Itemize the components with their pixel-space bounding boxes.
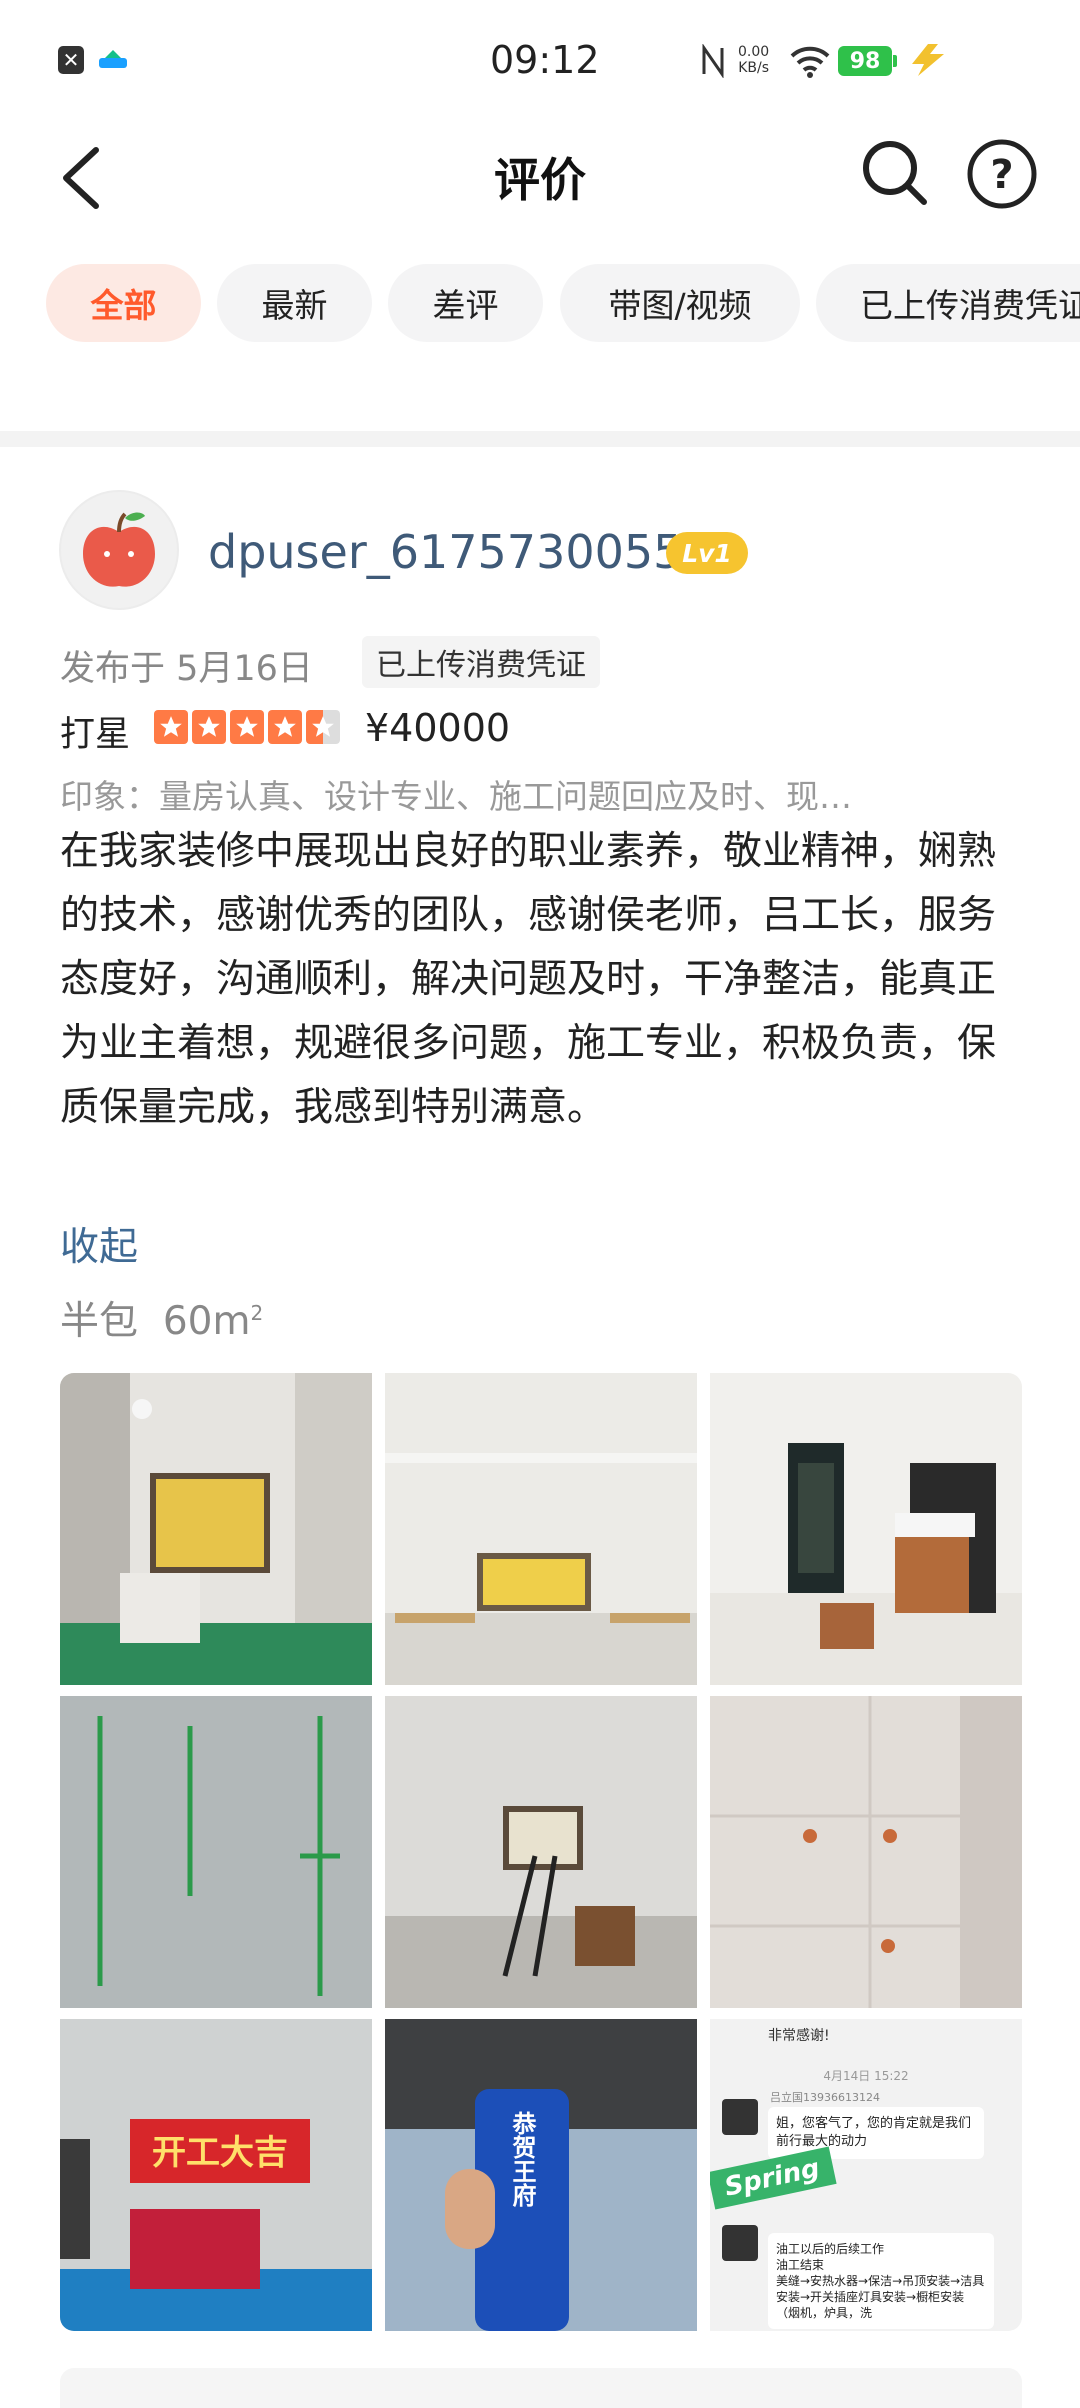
chat-name: 吕立国13936613124	[770, 2091, 880, 2104]
half-star-icon	[306, 710, 340, 744]
publish-date: 发布于 5月16日	[60, 649, 313, 689]
chat-message: 油工以后的后续工作 油工结束 美缝→安热水器→保洁→吊顶安装→洁具安装→开关插座…	[768, 2233, 994, 2329]
nfc-icon	[700, 43, 726, 79]
review-photo[interactable]: 开工大吉	[60, 2019, 372, 2331]
chat-avatar	[722, 2099, 758, 2135]
filter-tabs: 全部 最新 差评 带图/视频 已上传消费凭证	[0, 264, 1080, 348]
receipt-uploaded-tag: 已上传消费凭证	[362, 636, 600, 688]
chat-message: 姐，您客气了，您的肯定就是我们前行最大的动力	[768, 2107, 984, 2159]
package-type: 半包	[60, 1299, 139, 1344]
wifi-icon	[790, 44, 830, 78]
network-speed-unit: KB/s	[738, 60, 769, 76]
app-notification-icon	[96, 46, 130, 74]
network-speed-value: 0.00	[738, 44, 770, 60]
chat-avatar	[722, 2225, 758, 2261]
star-icon	[230, 710, 264, 744]
next-card-edge	[60, 2368, 1022, 2408]
collapse-link[interactable]: 收起	[60, 1216, 138, 1272]
help-button[interactable]: ?	[966, 138, 1038, 210]
area: 60m	[162, 1299, 251, 1344]
filter-latest[interactable]: 最新	[217, 264, 372, 342]
search-icon	[863, 141, 927, 205]
review-photo[interactable]	[385, 1373, 697, 1685]
chat-time: 4月14日 15:22	[823, 2069, 909, 2083]
search-button[interactable]	[860, 138, 930, 210]
star-icon	[154, 710, 188, 744]
reviewer-username[interactable]: dpuser_6175730055	[208, 525, 682, 579]
star-icon	[268, 710, 302, 744]
review-photo[interactable]: 恭贺王府	[385, 2019, 697, 2331]
review-photo[interactable]	[60, 1696, 372, 2008]
chat-header: 非常感谢!	[768, 2028, 830, 2044]
battery-level: 98	[838, 46, 892, 76]
can-text: 恭贺王府	[508, 2110, 537, 2208]
filter-all[interactable]: 全部	[46, 264, 201, 342]
area-unit-superscript: 2	[250, 1301, 264, 1325]
filter-with-media[interactable]: 带图/视频	[560, 264, 800, 342]
banner-text: 开工大吉	[152, 2133, 288, 2173]
star-icon	[192, 710, 226, 744]
status-time: 09:12	[490, 38, 600, 82]
review-photo[interactable]	[60, 1373, 372, 1685]
review-photo[interactable]: 非常感谢! 4月14日 15:22 吕立国13936613124 姐，您客气了，…	[710, 2019, 1022, 2331]
review-photo[interactable]	[710, 1696, 1022, 2008]
review-photo[interactable]	[385, 1696, 697, 2008]
close-notification-icon: ✕	[58, 46, 84, 74]
network-speed: 0.00 KB/s	[738, 44, 769, 76]
filter-negative[interactable]: 差评	[388, 264, 543, 342]
rating-stars	[154, 710, 340, 746]
photo-grid: 开工大吉 恭贺王府 非常感谢! 4月14日 15:22 吕立国139366131…	[60, 1373, 1022, 2331]
user-level-badge: Lv1	[666, 532, 748, 574]
battery-tip	[893, 55, 897, 67]
charging-icon	[906, 42, 950, 78]
section-divider	[0, 431, 1080, 447]
status-bar: ✕ 09:12 0.00 KB/s 98	[0, 0, 1080, 120]
user-avatar[interactable]	[59, 490, 179, 610]
question-mark-icon: ?	[967, 139, 1037, 209]
apple-avatar-icon	[83, 512, 155, 587]
review-content: 在我家装修中展现出良好的职业素养，敬业精神，娴熟的技术，感谢优秀的团队，感谢侯老…	[60, 829, 997, 1130]
price: ¥40000	[365, 706, 511, 750]
review-photo[interactable]	[710, 1373, 1022, 1685]
rating-label: 打星	[60, 715, 131, 755]
impression-tags: 印象：量房认真、设计专业、施工问题回应及时、现…	[60, 777, 852, 816]
svg-text:?: ?	[990, 152, 1013, 198]
project-spec: 半包 60m2	[60, 1290, 263, 1346]
filter-receipt-uploaded[interactable]: 已上传消费凭证	[816, 264, 1080, 342]
